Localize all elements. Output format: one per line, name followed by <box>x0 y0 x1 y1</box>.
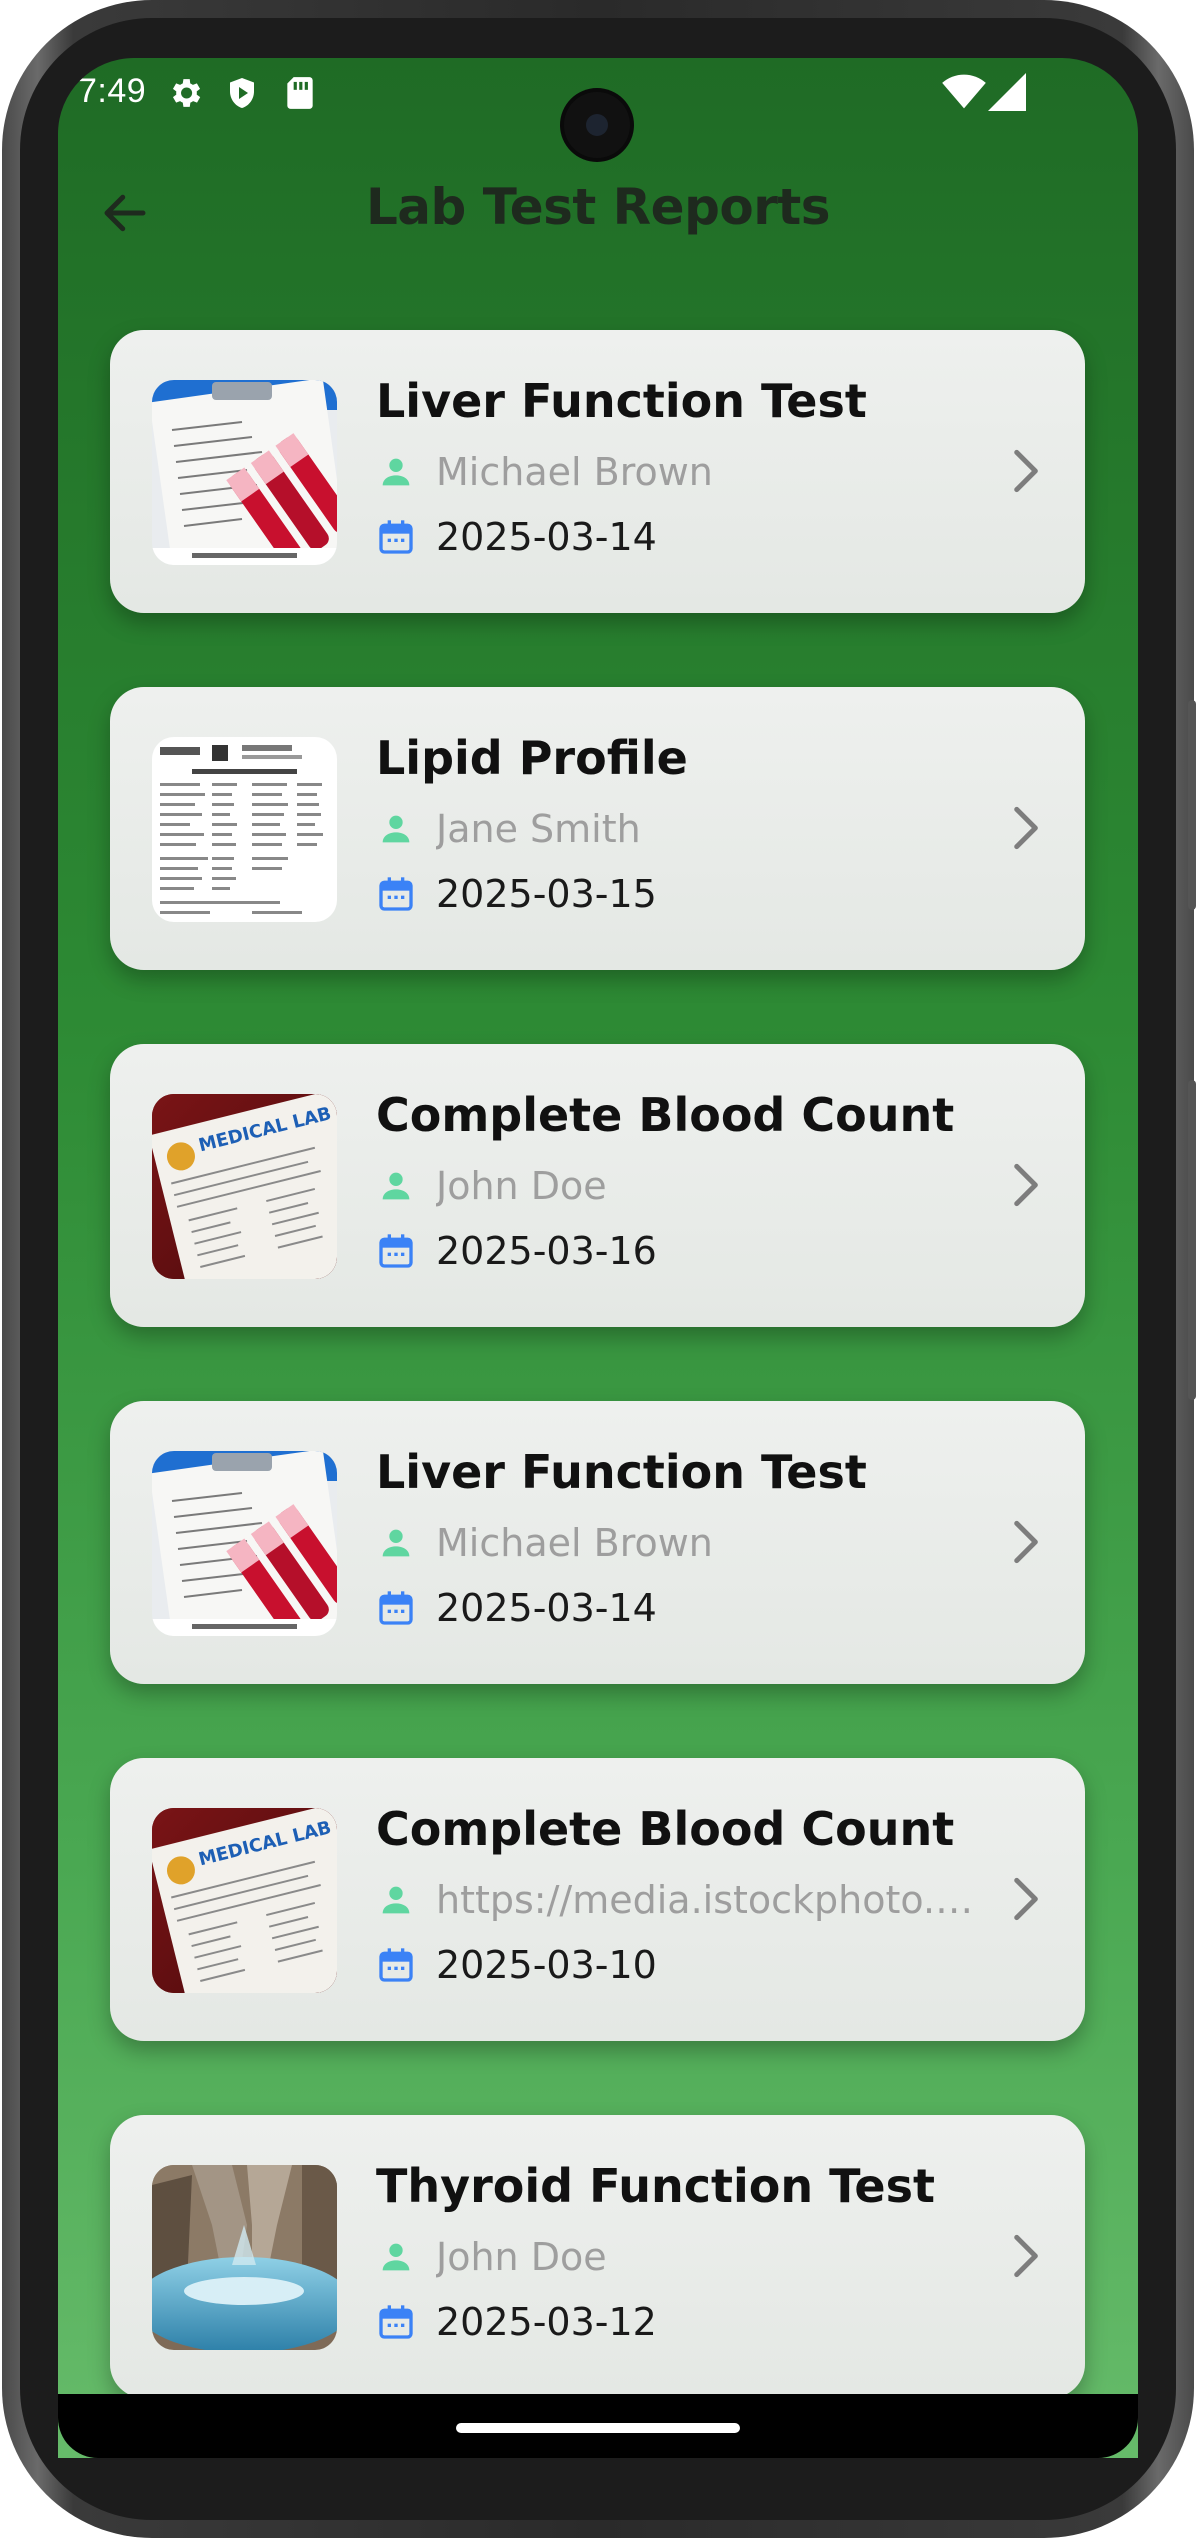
power-button <box>1188 1080 1196 1400</box>
report-thumbnail <box>152 1808 337 1993</box>
chevron-right-icon <box>1014 1877 1038 1921</box>
date-row: 2025-03-15 <box>376 870 996 918</box>
patient-name: Michael Brown <box>436 450 713 494</box>
report-title: Liver Function Test <box>376 374 867 428</box>
report-card[interactable]: Thyroid Function Test John Doe 2025-03-1… <box>110 2115 1085 2398</box>
app-screen: 7:49 Lab Test Reports Liver Function Tes… <box>58 58 1138 2458</box>
report-date: 2025-03-14 <box>436 515 657 559</box>
report-date: 2025-03-15 <box>436 872 657 916</box>
report-title: Complete Blood Count <box>376 1802 955 1856</box>
app-bar: Lab Test Reports <box>58 158 1138 268</box>
person-icon <box>382 2243 410 2271</box>
report-title: Lipid Profile <box>376 731 688 785</box>
patient-name: Jane Smith <box>436 807 641 851</box>
report-title: Liver Function Test <box>376 1445 867 1499</box>
phone-device: 7:49 Lab Test Reports Liver Function Tes… <box>0 0 1200 2541</box>
patient-row: https://media.istockphoto.c... <box>376 1876 996 1924</box>
signal-icon <box>988 73 1026 111</box>
person-icon <box>382 1886 410 1914</box>
person-icon <box>382 815 410 843</box>
report-date: 2025-03-10 <box>436 1943 657 1987</box>
date-row: 2025-03-14 <box>376 1584 996 1632</box>
report-thumbnail <box>152 737 337 922</box>
chevron-right-icon <box>1014 449 1038 493</box>
patient-name: John Doe <box>436 2235 607 2279</box>
report-card[interactable]: Complete Blood Count https://media.istoc… <box>110 1758 1085 2041</box>
date-row: 2025-03-16 <box>376 1227 996 1275</box>
report-card[interactable]: Lipid Profile Jane Smith 2025-03-15 <box>110 687 1085 970</box>
calendar-icon <box>379 1234 413 1268</box>
volume-button <box>1188 700 1196 910</box>
chevron-right-icon <box>1014 2234 1038 2278</box>
page-title: Lab Test Reports <box>365 178 831 236</box>
report-date: 2025-03-14 <box>436 1586 657 1630</box>
shield-icon <box>230 78 254 108</box>
chevron-right-icon <box>1014 806 1038 850</box>
patient-name: Michael Brown <box>436 1521 713 1565</box>
gear-icon <box>172 79 201 107</box>
patient-row: Michael Brown <box>376 1519 996 1567</box>
calendar-icon <box>379 1948 413 1982</box>
report-card[interactable]: Liver Function Test Michael Brown 2025-0… <box>110 330 1085 613</box>
patient-row: John Doe <box>376 1162 996 1210</box>
date-row: 2025-03-10 <box>376 1941 996 1989</box>
date-row: 2025-03-14 <box>376 513 996 561</box>
report-thumbnail <box>152 1094 337 1279</box>
chevron-right-icon <box>1014 1520 1038 1564</box>
calendar-icon <box>379 2305 413 2339</box>
calendar-icon <box>379 1591 413 1625</box>
report-date: 2025-03-16 <box>436 1229 657 1273</box>
patient-row: John Doe <box>376 2233 996 2281</box>
home-indicator[interactable] <box>456 2423 740 2433</box>
status-time: 7:49 <box>78 72 147 110</box>
report-list: Liver Function Test Michael Brown 2025-0… <box>110 330 1085 2458</box>
calendar-icon <box>379 520 413 554</box>
patient-row: Jane Smith <box>376 805 996 853</box>
patient-name: John Doe <box>436 1164 607 1208</box>
person-icon <box>382 458 410 486</box>
report-thumbnail <box>152 1451 337 1636</box>
report-title: Thyroid Function Test <box>376 2159 935 2213</box>
report-card[interactable]: Complete Blood Count John Doe 2025-03-16 <box>110 1044 1085 1327</box>
date-row: 2025-03-12 <box>376 2298 996 2346</box>
person-icon <box>382 1172 410 1200</box>
chevron-right-icon <box>1014 1163 1038 1207</box>
report-title: Complete Blood Count <box>376 1088 955 1142</box>
calendar-icon <box>379 877 413 911</box>
patient-row: Michael Brown <box>376 448 996 496</box>
wifi-icon <box>942 74 986 109</box>
report-card[interactable]: Liver Function Test Michael Brown 2025-0… <box>110 1401 1085 1684</box>
report-thumbnail <box>152 380 337 565</box>
front-camera <box>564 92 630 158</box>
patient-name: https://media.istockphoto.c... <box>436 1878 991 1922</box>
person-icon <box>382 1529 410 1557</box>
report-thumbnail <box>152 2165 337 2350</box>
sd-card-icon <box>287 77 313 109</box>
report-date: 2025-03-12 <box>436 2300 657 2344</box>
